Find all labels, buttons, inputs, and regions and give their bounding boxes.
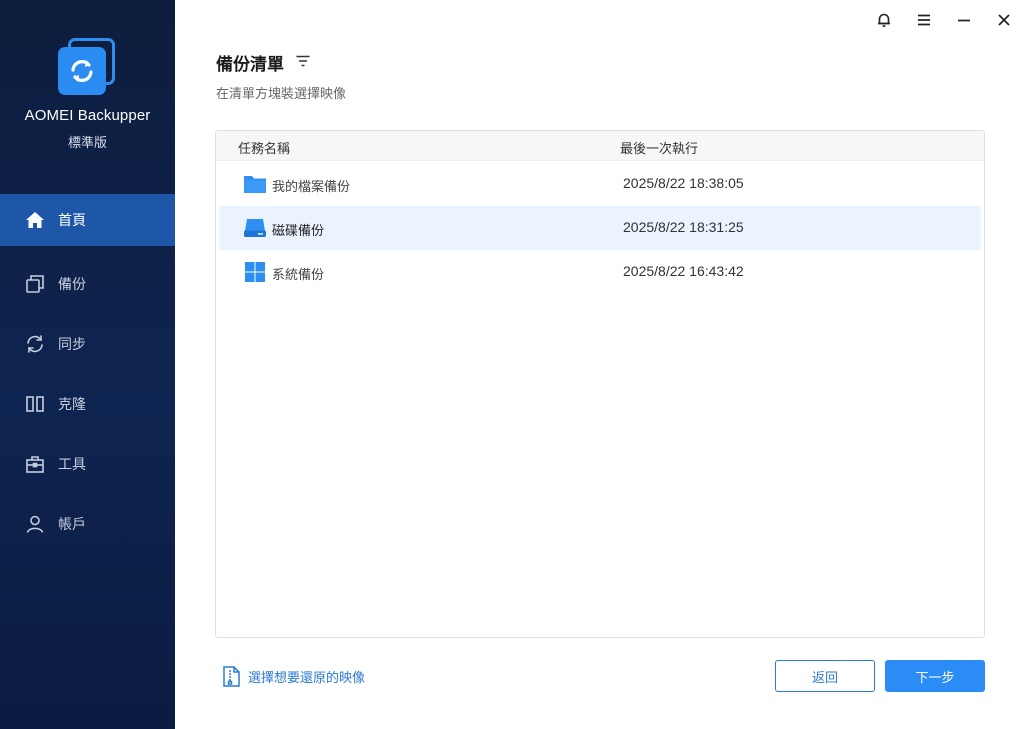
next-button[interactable]: 下一步 bbox=[885, 660, 985, 692]
sidebar-item-backup[interactable]: 備份 bbox=[0, 254, 175, 314]
backup-list-table: 任務名稱 最後一次執行 我的檔案備份 2025/8/22 18:38:05 磁碟… bbox=[215, 130, 985, 638]
column-header-task-name: 任務名稱 bbox=[238, 142, 291, 157]
sync-icon bbox=[24, 333, 46, 355]
sidebar-item-label: 工具 bbox=[58, 457, 86, 473]
app-name: AOMEI Backupper bbox=[24, 107, 151, 124]
page-subtitle: 在清單方塊裝選擇映像 bbox=[216, 87, 347, 102]
table-row[interactable]: 我的檔案備份 2025/8/22 18:38:05 bbox=[219, 162, 981, 206]
sidebar-item-home[interactable]: 首頁 bbox=[0, 194, 175, 246]
image-file-icon bbox=[222, 666, 240, 687]
sidebar: AOMEI Backupper 標準版 首頁 備份 同步 克隆 工具 帳戶 bbox=[0, 0, 175, 729]
app-logo-icon bbox=[57, 38, 118, 96]
sidebar-item-clone[interactable]: 克隆 bbox=[0, 374, 175, 434]
toolbox-icon bbox=[24, 453, 46, 475]
close-icon[interactable] bbox=[992, 8, 1016, 32]
sidebar-item-label: 克隆 bbox=[58, 397, 86, 413]
windows-icon bbox=[243, 261, 267, 283]
last-run-time: 2025/8/22 16:43:42 bbox=[623, 263, 744, 279]
sidebar-item-sync[interactable]: 同步 bbox=[0, 314, 175, 374]
task-name: 我的檔案備份 bbox=[272, 180, 351, 195]
column-header-last-run: 最後一次執行 bbox=[620, 142, 699, 157]
task-name: 磁碟備份 bbox=[272, 224, 325, 239]
home-icon bbox=[24, 209, 46, 231]
last-run-time: 2025/8/22 18:38:05 bbox=[623, 175, 744, 191]
bell-icon[interactable] bbox=[872, 8, 896, 32]
sidebar-item-label: 同步 bbox=[58, 337, 86, 353]
sidebar-item-label: 帳戶 bbox=[58, 517, 86, 533]
last-run-time: 2025/8/22 18:31:25 bbox=[623, 219, 744, 235]
app-branding: AOMEI Backupper 標準版 bbox=[0, 38, 175, 151]
menu-icon[interactable] bbox=[912, 8, 936, 32]
sidebar-item-account[interactable]: 帳戶 bbox=[0, 494, 175, 554]
folder-icon bbox=[243, 173, 267, 195]
table-row[interactable]: 磁碟備份 2025/8/22 18:31:25 bbox=[219, 206, 981, 250]
clone-icon bbox=[24, 393, 46, 415]
sidebar-nav: 首頁 備份 同步 克隆 工具 帳戶 bbox=[0, 194, 175, 554]
minimize-icon[interactable] bbox=[952, 8, 976, 32]
backup-icon bbox=[24, 273, 46, 295]
app-edition: 標準版 bbox=[67, 136, 107, 151]
page-title: 備份清單 bbox=[216, 55, 284, 75]
sidebar-item-label: 備份 bbox=[58, 277, 86, 293]
table-row[interactable]: 系統備份 2025/8/22 16:43:42 bbox=[219, 250, 981, 294]
select-image-link[interactable]: 選擇想要還原的映像 bbox=[222, 666, 365, 687]
user-icon bbox=[24, 513, 46, 535]
select-image-link-label: 選擇想要還原的映像 bbox=[248, 671, 366, 686]
sidebar-item-label: 首頁 bbox=[58, 213, 86, 229]
task-name: 系統備份 bbox=[272, 268, 325, 283]
filter-icon[interactable] bbox=[295, 53, 311, 69]
sidebar-item-tools[interactable]: 工具 bbox=[0, 434, 175, 494]
back-button[interactable]: 返回 bbox=[775, 660, 875, 692]
disk-icon bbox=[243, 217, 267, 239]
table-header: 任務名稱 最後一次執行 bbox=[216, 131, 984, 161]
